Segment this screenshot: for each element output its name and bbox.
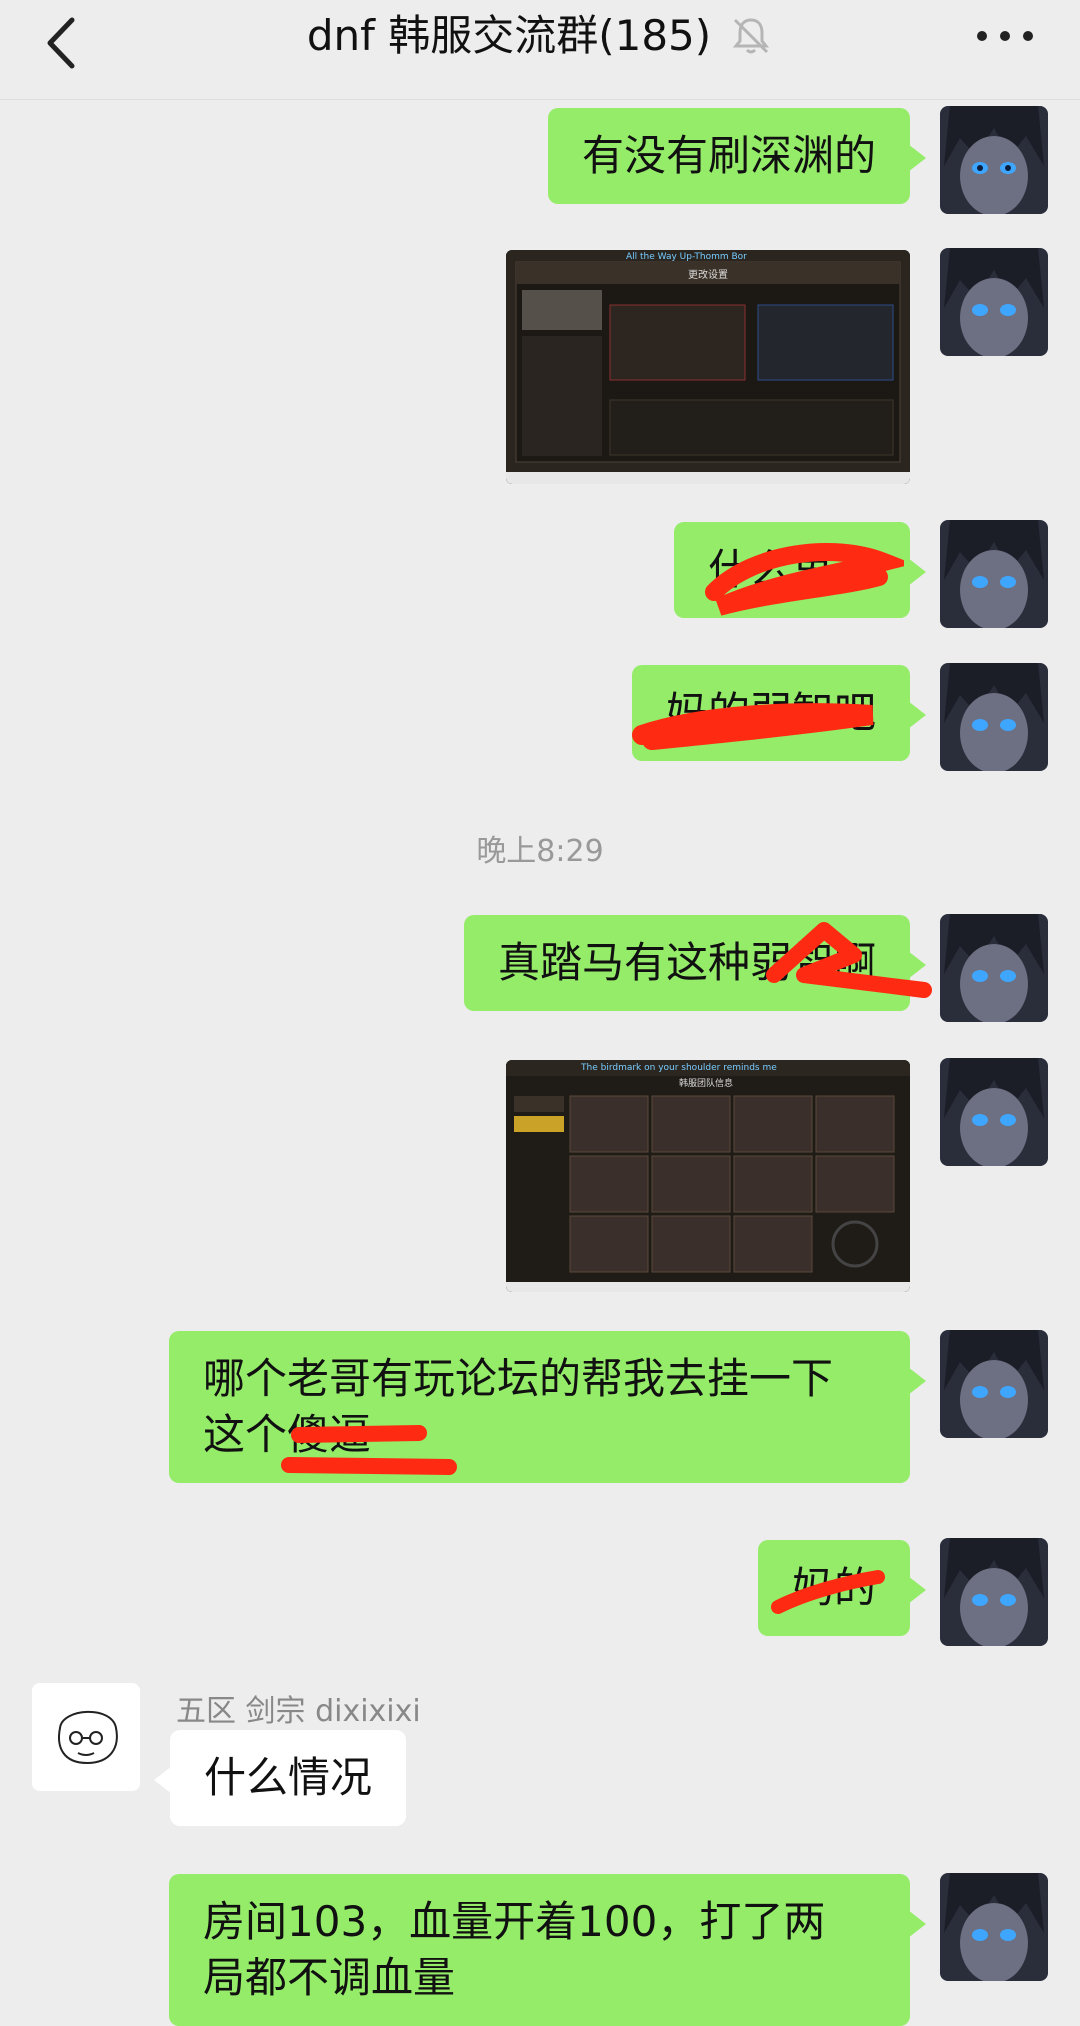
sender-name: 五区 剑宗 dixixixi [176, 1694, 421, 1729]
anime-avatar-icon [940, 248, 1048, 356]
message-text-line: 房间103，血量开着100，打了两 [203, 1897, 826, 1946]
message-text: 妈的 [791, 1563, 876, 1612]
avatar[interactable] [32, 1683, 140, 1791]
more-dots-icon[interactable] [970, 16, 1040, 56]
chat-title: dnf 韩服交流群(185) [306, 11, 712, 60]
game-screenshot-image: 更改设置 All the Way Up-Thomm Bor [506, 250, 910, 484]
message-text: 有没有刷深渊的 [581, 131, 876, 180]
anime-avatar-icon [940, 1330, 1048, 1438]
avatar[interactable] [940, 1058, 1048, 1166]
anime-avatar-icon [940, 663, 1048, 771]
message-bubble[interactable]: 妈的 [757, 1540, 927, 1636]
image-message[interactable]: 更改设置 All the Way Up-Thomm Bor [506, 250, 910, 484]
avatar[interactable] [940, 106, 1048, 214]
chat-header: dnf 韩服交流群(185) [0, 0, 1080, 100]
message-text: 真踏马有这种弱智啊 [497, 938, 876, 987]
anime-avatar-icon [940, 1873, 1048, 1981]
message-bubble[interactable]: 真踏马有这种弱智啊 [463, 915, 932, 1011]
bell-off-icon [733, 18, 770, 54]
message-text-line: 局都不调血量 [203, 1953, 456, 2002]
message-text: 妈的弱智吧 [665, 688, 876, 737]
anime-avatar-icon [940, 914, 1048, 1022]
message-text-line: 这个傻逼 [203, 1410, 372, 1459]
message-list[interactable]: 有没有刷深渊的 更改设置 All the Way Up-Thomm Bor 什么… [0, 100, 1080, 2026]
message-bubble[interactable]: 有没有刷深渊的 [547, 108, 927, 204]
image-message[interactable]: The birdmark on your shoulder reminds me… [506, 1060, 910, 1292]
message-bubble[interactable]: 什么鬼道 [673, 522, 927, 618]
image-caption: The birdmark on your shoulder reminds me [580, 1063, 777, 1073]
avatar[interactable] [940, 1873, 1048, 1981]
image-title: 更改设置 [688, 268, 728, 281]
avatar[interactable] [940, 1538, 1048, 1646]
message-bubble[interactable]: 房间103，血量开着100，打了两 局都不调血量 [169, 1874, 926, 2026]
avatar[interactable] [940, 520, 1048, 628]
message-bubble[interactable]: 妈的弱智吧 [631, 665, 927, 761]
anime-avatar-icon [940, 1538, 1048, 1646]
sketch-avatar-icon [32, 1683, 140, 1791]
message-bubble[interactable]: 什么情况 [153, 1730, 407, 1826]
message-text: 什么鬼道 [707, 545, 876, 594]
anime-avatar-icon [940, 106, 1048, 214]
game-screenshot-image: The birdmark on your shoulder reminds me… [506, 1060, 910, 1292]
image-caption: All the Way Up-Thomm Bor [626, 252, 747, 262]
anime-avatar-icon [940, 520, 1048, 628]
avatar[interactable] [940, 248, 1048, 356]
message-bubble[interactable]: 哪个老哥有玩论坛的帮我去挂一下 这个傻逼 [169, 1331, 926, 1483]
avatar[interactable] [940, 914, 1048, 1022]
avatar[interactable] [940, 663, 1048, 771]
image-title: 韩服团队信息 [679, 1077, 733, 1089]
timestamp: 晚上8:29 [476, 834, 604, 869]
avatar[interactable] [940, 1330, 1048, 1438]
message-text: 什么情况 [204, 1753, 373, 1802]
message-text-line: 哪个老哥有玩论坛的帮我去挂一下 [203, 1354, 834, 1403]
anime-avatar-icon [940, 1058, 1048, 1166]
